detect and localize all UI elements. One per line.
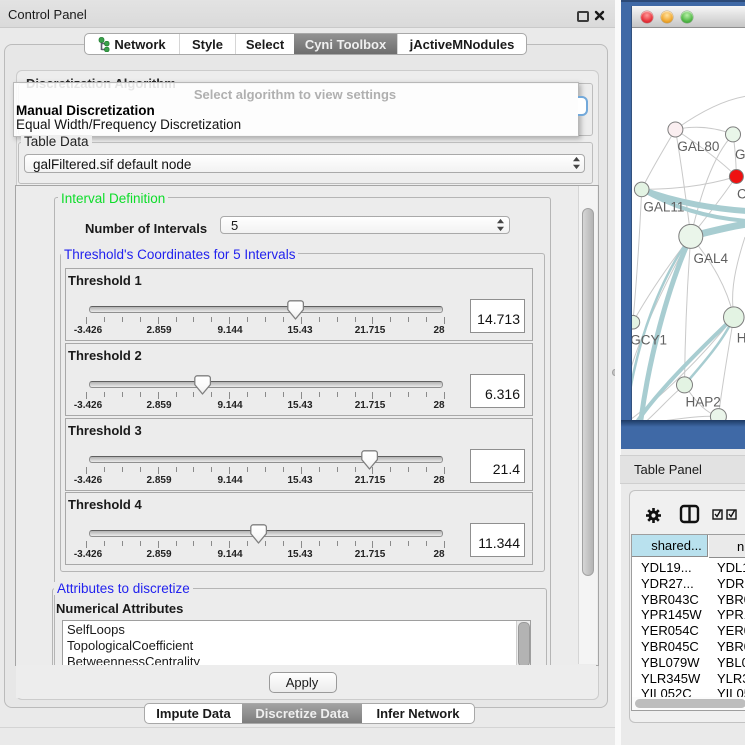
svg-text:G.: G. — [735, 147, 745, 162]
svg-text:H.: H. — [737, 331, 745, 346]
svg-text:GAL4: GAL4 — [694, 251, 729, 266]
svg-text:GAL80: GAL80 — [677, 139, 719, 154]
svg-text:GCY1: GCY1 — [632, 333, 667, 348]
svg-text:C.: C. — [737, 187, 745, 202]
svg-text:GAL11: GAL11 — [643, 200, 684, 215]
svg-text:HAP2: HAP2 — [686, 395, 721, 410]
